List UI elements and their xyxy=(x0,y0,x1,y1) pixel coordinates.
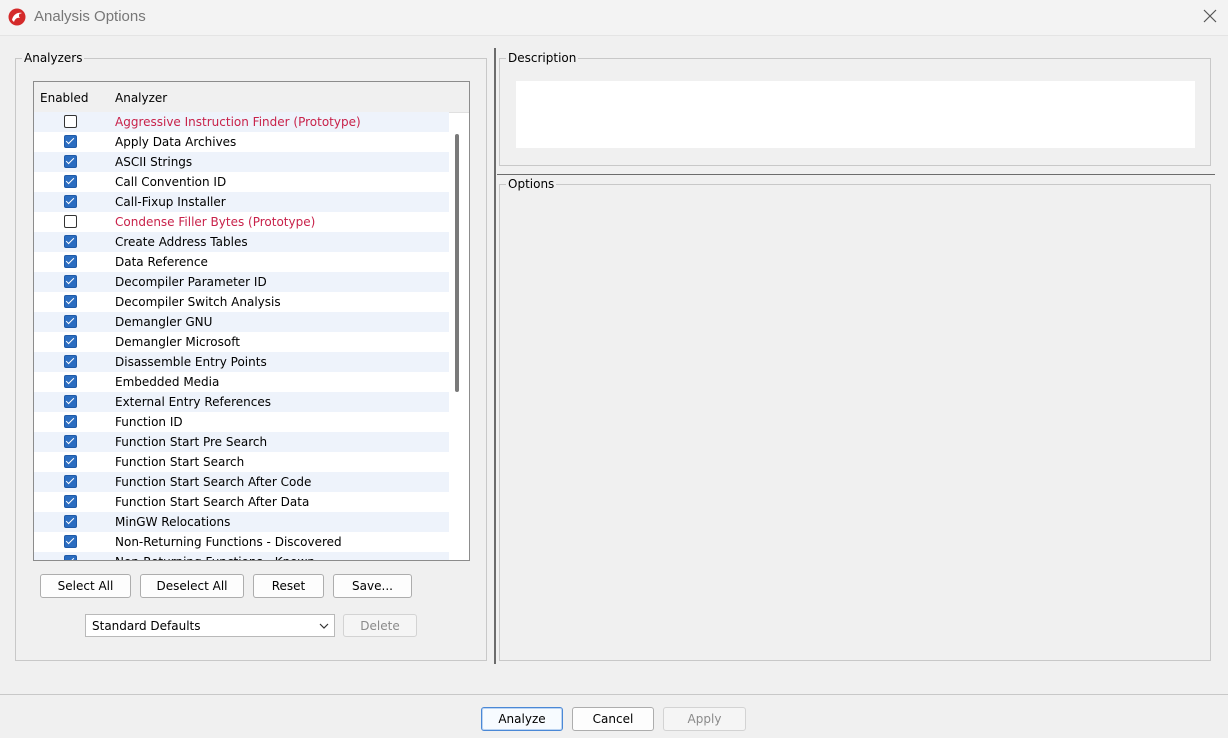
enabled-checkbox[interactable] xyxy=(64,335,77,348)
enabled-checkbox[interactable] xyxy=(64,275,77,288)
analyzer-name: Function Start Search After Data xyxy=(115,495,310,509)
enabled-checkbox[interactable] xyxy=(64,435,77,448)
title-bar: Analysis Options xyxy=(0,0,1228,36)
table-scrollbar[interactable] xyxy=(455,134,459,392)
analyzer-row[interactable]: Function ID xyxy=(34,412,449,432)
analyzer-name: Embedded Media xyxy=(115,375,220,389)
cancel-button[interactable]: Cancel xyxy=(572,707,654,731)
analyzer-name: Call-Fixup Installer xyxy=(115,195,226,209)
enabled-checkbox[interactable] xyxy=(64,375,77,388)
analyzer-row[interactable]: Non-Returning Functions - Discovered xyxy=(34,532,449,552)
enabled-checkbox[interactable] xyxy=(64,555,77,560)
analyze-button[interactable]: Analyze xyxy=(481,707,563,731)
analyzer-row[interactable]: External Entry References xyxy=(34,392,449,412)
analyzer-row[interactable]: Disassemble Entry Points xyxy=(34,352,449,372)
select-all-button[interactable]: Select All xyxy=(40,574,131,598)
analyzer-rows: Aggressive Instruction Finder (Prototype… xyxy=(34,112,449,560)
ghidra-dragon-icon xyxy=(8,8,26,26)
enabled-checkbox[interactable] xyxy=(64,535,77,548)
reset-button[interactable]: Reset xyxy=(253,574,324,598)
analyzer-row[interactable]: Decompiler Switch Analysis xyxy=(34,292,449,312)
analyzer-row[interactable]: Create Address Tables xyxy=(34,232,449,252)
analyzer-name: Function Start Search After Code xyxy=(115,475,312,489)
enabled-checkbox[interactable] xyxy=(64,395,77,408)
chevron-down-icon xyxy=(319,620,329,634)
table-header: Enabled Analyzer xyxy=(34,82,469,113)
analyzer-row[interactable]: Function Start Pre Search xyxy=(34,432,449,452)
enabled-checkbox[interactable] xyxy=(64,255,77,268)
analyzer-row[interactable]: ASCII Strings xyxy=(34,152,449,172)
analyzer-row[interactable]: Call Convention ID xyxy=(34,172,449,192)
analyzer-name: Function Start Search xyxy=(115,455,245,469)
enabled-checkbox[interactable] xyxy=(64,475,77,488)
options-group: Options xyxy=(499,177,1211,661)
delete-button[interactable]: Delete xyxy=(343,614,417,637)
close-icon xyxy=(1203,9,1217,26)
enabled-checkbox[interactable] xyxy=(64,215,77,228)
analyzer-name: Aggressive Instruction Finder (Prototype… xyxy=(115,115,361,129)
analyzer-name: ASCII Strings xyxy=(115,155,193,169)
analyzer-row[interactable]: Apply Data Archives xyxy=(34,132,449,152)
enabled-checkbox[interactable] xyxy=(64,355,77,368)
analyzer-name: Demangler GNU xyxy=(115,315,213,329)
analyzer-name: Decompiler Switch Analysis xyxy=(115,295,281,309)
save-button[interactable]: Save... xyxy=(333,574,412,598)
analyzer-row[interactable]: Decompiler Parameter ID xyxy=(34,272,449,292)
enabled-checkbox[interactable] xyxy=(64,235,77,248)
enabled-checkbox[interactable] xyxy=(64,295,77,308)
horizontal-splitter[interactable] xyxy=(497,174,1215,175)
enabled-checkbox[interactable] xyxy=(64,515,77,528)
vertical-splitter[interactable] xyxy=(494,48,496,664)
analyzers-table[interactable]: Enabled Analyzer Aggressive Instruction … xyxy=(33,81,470,561)
analyzer-row[interactable]: Condense Filler Bytes (Prototype) xyxy=(34,212,449,232)
enabled-checkbox[interactable] xyxy=(64,415,77,428)
column-header-enabled[interactable]: Enabled xyxy=(40,91,89,105)
analyzer-name: Apply Data Archives xyxy=(115,135,237,149)
options-group-label: Options xyxy=(508,177,555,191)
analyzers-group-label: Analyzers xyxy=(24,51,83,65)
analyzer-row[interactable]: Demangler Microsoft xyxy=(34,332,449,352)
enabled-checkbox[interactable] xyxy=(64,115,77,128)
analyzer-name: Data Reference xyxy=(115,255,208,269)
analyzer-name: Function ID xyxy=(115,415,183,429)
enabled-checkbox[interactable] xyxy=(64,455,77,468)
analyzer-row[interactable]: Aggressive Instruction Finder (Prototype… xyxy=(34,112,449,132)
analyzer-row[interactable]: Non-Returning Functions - Known xyxy=(34,552,449,560)
deselect-all-button[interactable]: Deselect All xyxy=(140,574,244,598)
enabled-checkbox[interactable] xyxy=(64,195,77,208)
enabled-checkbox[interactable] xyxy=(64,135,77,148)
analyzer-row[interactable]: Call-Fixup Installer xyxy=(34,192,449,212)
analyzer-name: Disassemble Entry Points xyxy=(115,355,267,369)
analyzer-name: Condense Filler Bytes (Prototype) xyxy=(115,215,316,229)
enabled-checkbox[interactable] xyxy=(64,495,77,508)
analyzer-name: Function Start Pre Search xyxy=(115,435,268,449)
enabled-checkbox[interactable] xyxy=(64,155,77,168)
window-title: Analysis Options xyxy=(34,8,146,25)
enabled-checkbox[interactable] xyxy=(64,315,77,328)
analyzer-row[interactable]: Function Start Search After Data xyxy=(34,492,449,512)
profile-select-value: Standard Defaults xyxy=(92,619,201,633)
analyzer-name: Non-Returning Functions - Known xyxy=(115,555,315,560)
analyzer-name: MinGW Relocations xyxy=(115,515,231,529)
analyzer-name: Non-Returning Functions - Discovered xyxy=(115,535,342,549)
analyzer-name: Create Address Tables xyxy=(115,235,248,249)
footer-divider xyxy=(0,694,1228,695)
analyzer-row[interactable]: Demangler GNU xyxy=(34,312,449,332)
enabled-checkbox[interactable] xyxy=(64,175,77,188)
analyzer-name: External Entry References xyxy=(115,395,272,409)
analyzer-row[interactable]: Function Start Search xyxy=(34,452,449,472)
analyzer-name: Demangler Microsoft xyxy=(115,335,240,349)
analyzer-name: Call Convention ID xyxy=(115,175,227,189)
analyzer-row[interactable]: Embedded Media xyxy=(34,372,449,392)
column-header-analyzer[interactable]: Analyzer xyxy=(115,91,167,105)
analyzer-row[interactable]: Data Reference xyxy=(34,252,449,272)
analyzer-row[interactable]: Function Start Search After Code xyxy=(34,472,449,492)
analyzer-row[interactable]: MinGW Relocations xyxy=(34,512,449,532)
profile-select[interactable]: Standard Defaults xyxy=(85,614,335,637)
apply-button[interactable]: Apply xyxy=(663,707,746,731)
analyzer-name: Decompiler Parameter ID xyxy=(115,275,267,289)
description-text xyxy=(516,81,1195,148)
description-group-label: Description xyxy=(508,51,577,65)
close-button[interactable] xyxy=(1192,0,1228,34)
